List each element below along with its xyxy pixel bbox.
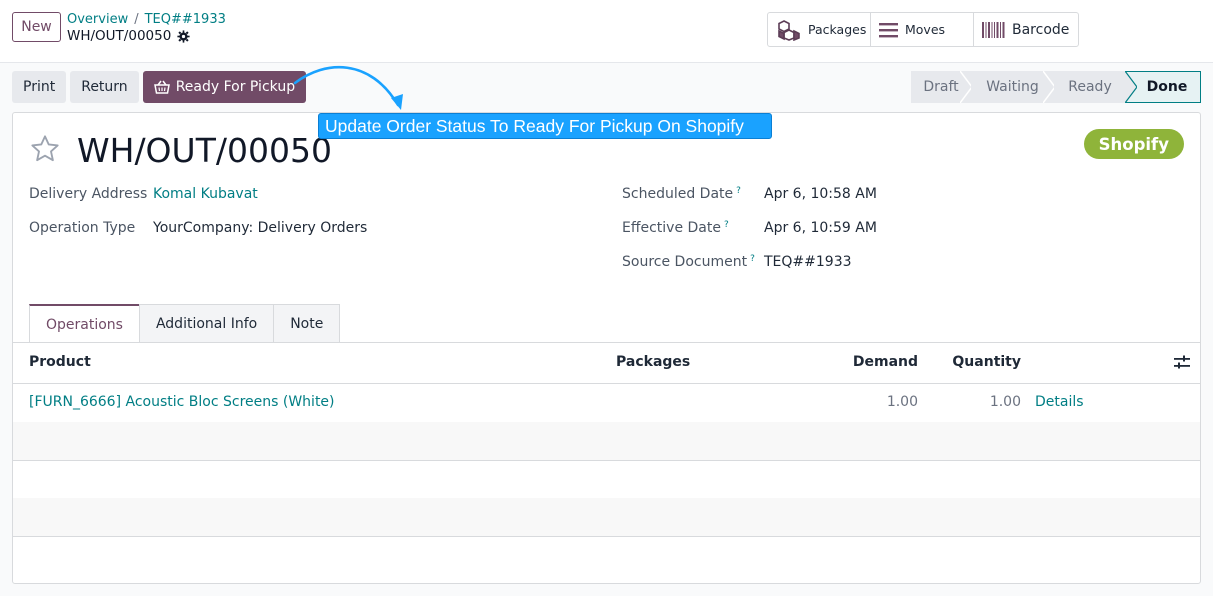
control-panel: New Overview / TEQ##1933 WH/OUT/00050 Pa… xyxy=(0,0,1213,63)
stage-waiting-label: Waiting xyxy=(986,79,1039,95)
scheduled-date-label: Scheduled Date? xyxy=(622,186,741,202)
table-row-empty xyxy=(13,536,1200,583)
stage-ready-label: Ready xyxy=(1068,79,1112,95)
operation-type-value[interactable]: YourCompany: Delivery Orders xyxy=(153,220,367,236)
packages-button[interactable]: Packages xyxy=(768,13,871,46)
effective-date-label: Effective Date? xyxy=(622,220,729,236)
callout-arrow-icon xyxy=(293,65,403,110)
help-icon[interactable]: ? xyxy=(736,186,741,196)
stage-done-arrow xyxy=(1125,71,1137,103)
gear-icon[interactable] xyxy=(177,29,190,43)
details-link[interactable]: Details xyxy=(1035,394,1084,410)
basket-icon xyxy=(153,80,170,94)
stage-ready[interactable]: Ready xyxy=(1054,71,1126,103)
demand-cell: 1.00 xyxy=(886,394,918,410)
packages-label: Packages xyxy=(808,22,867,37)
smart-buttons: Packages Moves Barcode xyxy=(767,12,1079,47)
barcode-button[interactable]: Barcode xyxy=(974,13,1078,46)
list-icon xyxy=(879,22,898,37)
delivery-address-label: Delivery Address xyxy=(29,186,147,202)
record-title: WH/OUT/00050 xyxy=(67,28,190,44)
table-row-empty xyxy=(13,498,1200,537)
column-packages[interactable]: Packages xyxy=(616,354,690,370)
print-button[interactable]: Print xyxy=(12,71,67,103)
packages-icon xyxy=(778,19,800,41)
scheduled-date-value[interactable]: Apr 6, 10:58 AM xyxy=(764,186,877,202)
operation-type-label-text: Operation Type xyxy=(29,220,136,236)
moves-button[interactable]: Moves xyxy=(871,13,974,46)
stage-done[interactable]: Done xyxy=(1125,71,1201,103)
breadcrumb-separator: / xyxy=(134,12,139,27)
column-product[interactable]: Product xyxy=(29,354,91,370)
operation-type-field[interactable]: YourCompany: Delivery Orders xyxy=(153,220,367,236)
moves-label: Moves xyxy=(905,22,946,37)
stage-draft[interactable]: Draft xyxy=(911,71,972,103)
effective-date-field[interactable]: Apr 6, 10:59 AM xyxy=(764,220,877,236)
stage-waiting[interactable]: Waiting xyxy=(971,71,1055,103)
shopify-badge: Shopify xyxy=(1083,129,1184,159)
form-sheet: WH/OUT/00050 Shopify Delivery Address Ko… xyxy=(12,112,1201,584)
record-title-label: WH/OUT/00050 xyxy=(67,28,172,44)
source-document-field[interactable]: TEQ##1933 xyxy=(764,254,852,270)
product-link[interactable]: [FURN_6666] Acoustic Bloc Screens (White… xyxy=(29,394,335,410)
scheduled-date-field[interactable]: Apr 6, 10:58 AM xyxy=(764,186,877,202)
effective-date-value[interactable]: Apr 6, 10:59 AM xyxy=(764,220,877,236)
table-row-empty xyxy=(13,460,1200,499)
delivery-address-field[interactable]: Komal Kubavat xyxy=(153,186,258,202)
column-demand[interactable]: Demand xyxy=(853,354,918,370)
stage-draft-label: Draft xyxy=(923,79,959,95)
star-icon[interactable] xyxy=(29,133,61,165)
record-name: WH/OUT/00050 xyxy=(77,131,332,170)
table-row-empty xyxy=(13,422,1200,461)
tab-note[interactable]: Note xyxy=(273,304,341,343)
column-quantity[interactable]: Quantity xyxy=(952,354,1021,370)
table-row[interactable]: [FURN_6666] Acoustic Bloc Screens (White… xyxy=(13,384,1200,423)
notebook-tabs: Operations Additional Info Note xyxy=(29,304,341,343)
operation-type-label: Operation Type xyxy=(29,220,135,236)
delivery-address-label-text: Delivery Address xyxy=(29,186,148,202)
barcode-label: Barcode xyxy=(1012,21,1070,38)
effective-date-label-text: Effective Date xyxy=(622,220,721,236)
stage-done-label: Done xyxy=(1146,79,1188,95)
annotation-callout: Update Order Status To Ready For Pickup … xyxy=(318,113,772,139)
help-icon[interactable]: ? xyxy=(724,220,729,230)
delivery-address-value[interactable]: Komal Kubavat xyxy=(153,186,258,202)
help-icon[interactable]: ? xyxy=(750,254,755,264)
optional-columns-icon[interactable] xyxy=(1174,355,1190,370)
table-header: Product Packages Demand Quantity xyxy=(13,343,1200,384)
breadcrumb-overview[interactable]: Overview xyxy=(67,12,128,27)
status-bar: Draft Waiting Ready Done xyxy=(911,71,1201,103)
return-button[interactable]: Return xyxy=(70,71,139,103)
barcode-icon xyxy=(982,21,1005,38)
breadcrumb-source-order[interactable]: TEQ##1933 xyxy=(145,12,226,27)
source-document-value[interactable]: TEQ##1933 xyxy=(764,254,852,270)
ready-for-pickup-label: Ready For Pickup xyxy=(175,79,296,95)
tab-additional-info[interactable]: Additional Info xyxy=(138,304,275,343)
ready-for-pickup-button[interactable]: Ready For Pickup xyxy=(142,71,307,103)
source-document-label-text: Source Document xyxy=(622,254,748,270)
source-document-label: Source Document? xyxy=(622,254,755,270)
action-buttons: Print Return Ready For Pickup xyxy=(12,71,307,103)
breadcrumb: Overview / TEQ##1933 xyxy=(67,12,226,27)
tab-operations[interactable]: Operations xyxy=(29,304,140,343)
scheduled-date-label-text: Scheduled Date xyxy=(622,186,734,202)
new-button[interactable]: New xyxy=(12,12,61,42)
quantity-cell: 1.00 xyxy=(989,394,1021,410)
